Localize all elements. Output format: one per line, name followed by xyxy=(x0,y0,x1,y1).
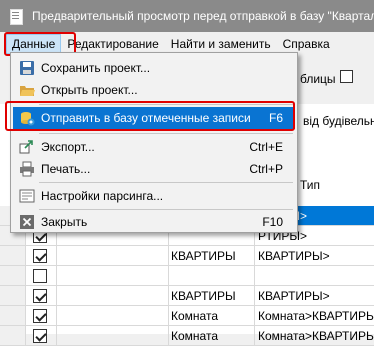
row-indicator xyxy=(0,266,26,285)
menu-separator xyxy=(39,182,293,183)
close-icon xyxy=(19,214,35,230)
menu-separator xyxy=(39,104,293,105)
data-menu-dropdown: Сохранить проект... Открыть проект... От… xyxy=(5,52,298,233)
menu-item-print[interactable]: Печать... Ctrl+P xyxy=(13,158,295,180)
row-indicator xyxy=(0,306,26,325)
menu-item-parsing-settings[interactable]: Настройки парсинга... xyxy=(13,185,295,207)
menu-item-label: Печать... xyxy=(41,162,91,176)
title-bar: Предварительный просмотр перед отправкой… xyxy=(0,0,374,32)
table-cell xyxy=(56,286,168,305)
table-cell: Комната>КВАРТИРЫ> xyxy=(254,306,374,325)
table-cell: КВАРТИРЫ xyxy=(168,246,254,265)
menu-item-label: Отправить в базу отмеченные записи xyxy=(41,111,251,125)
menu-item-label: Настройки парсинга... xyxy=(41,189,164,203)
database-send-icon xyxy=(19,110,35,126)
print-icon xyxy=(19,161,35,177)
table-cell xyxy=(56,326,168,345)
row-checkbox[interactable] xyxy=(33,329,47,343)
menu-item-label: Открыть проект... xyxy=(41,83,138,97)
row-checkbox[interactable] xyxy=(33,249,47,263)
table-cell xyxy=(56,306,168,325)
menu-item-label: Сохранить проект... xyxy=(41,61,151,75)
menu-find-replace[interactable]: Найти и заменить xyxy=(165,34,277,54)
row-checkbox[interactable] xyxy=(33,289,47,303)
menu-item-label: Закрыть xyxy=(41,215,88,229)
table-cell: КВАРТИРЫ xyxy=(168,286,254,305)
table-row[interactable]: Комната Комната>КВАРТИРЫ> xyxy=(0,326,374,346)
table-row[interactable]: Комната Комната>КВАРТИРЫ> xyxy=(0,306,374,326)
row-checkbox[interactable] xyxy=(33,309,47,323)
table-cell xyxy=(254,266,374,285)
table-row[interactable]: КВАРТИРЫ КВАРТИРЫ> xyxy=(0,286,374,306)
menu-separator xyxy=(39,209,293,210)
window-title: Предварительный просмотр перед отправкой… xyxy=(32,9,374,23)
menu-item-label: Экспорт... xyxy=(41,140,95,154)
row-checkbox[interactable] xyxy=(33,269,47,283)
options-checkbox-label: блицы xyxy=(300,72,336,86)
menu-item-shortcut: Ctrl+E xyxy=(249,140,283,154)
table-cell: Комната>КВАРТИРЫ> xyxy=(254,326,374,345)
menu-item-shortcut: Ctrl+P xyxy=(249,162,283,176)
menu-item-send-to-database[interactable]: Отправить в базу отмеченные записи F6 xyxy=(13,107,295,129)
settings-icon xyxy=(19,188,35,204)
table-row[interactable] xyxy=(0,266,374,286)
options-checkbox[interactable] xyxy=(340,70,353,83)
save-icon xyxy=(19,60,35,76)
table-cell: КВАРТИРЫ> xyxy=(254,246,374,265)
table-row[interactable]: КВАРТИРЫ КВАРТИРЫ> xyxy=(0,246,374,266)
table-cell: Комната xyxy=(168,326,254,345)
type-column-header[interactable]: Тип xyxy=(300,178,320,192)
table-cell: Комната xyxy=(168,306,254,325)
menu-item-shortcut: F6 xyxy=(268,111,283,125)
menu-item-close[interactable]: Закрыть F10 xyxy=(13,211,295,233)
table-cell: КВАРТИРЫ> xyxy=(254,286,374,305)
menu-item-open-project[interactable]: Открыть проект... xyxy=(13,79,295,101)
row-indicator xyxy=(0,326,26,345)
menu-data[interactable]: Данные xyxy=(6,34,62,54)
row-indicator xyxy=(0,286,26,305)
table-cell xyxy=(56,266,168,285)
export-icon xyxy=(19,139,35,155)
open-folder-icon xyxy=(19,82,35,98)
menu-item-save-project[interactable]: Сохранить проект... xyxy=(13,57,295,79)
menu-help[interactable]: Справка xyxy=(277,34,336,54)
grid-header-text: від будівельн xyxy=(303,114,374,128)
row-indicator xyxy=(0,246,26,265)
menu-edit[interactable]: Редактирование xyxy=(61,34,164,54)
menu-separator xyxy=(39,133,293,134)
table-cell xyxy=(56,246,168,265)
document-app-icon xyxy=(8,8,24,25)
menu-item-shortcut: F10 xyxy=(262,215,283,229)
table-cell xyxy=(168,266,254,285)
menu-item-export[interactable]: Экспорт... Ctrl+E xyxy=(13,136,295,158)
